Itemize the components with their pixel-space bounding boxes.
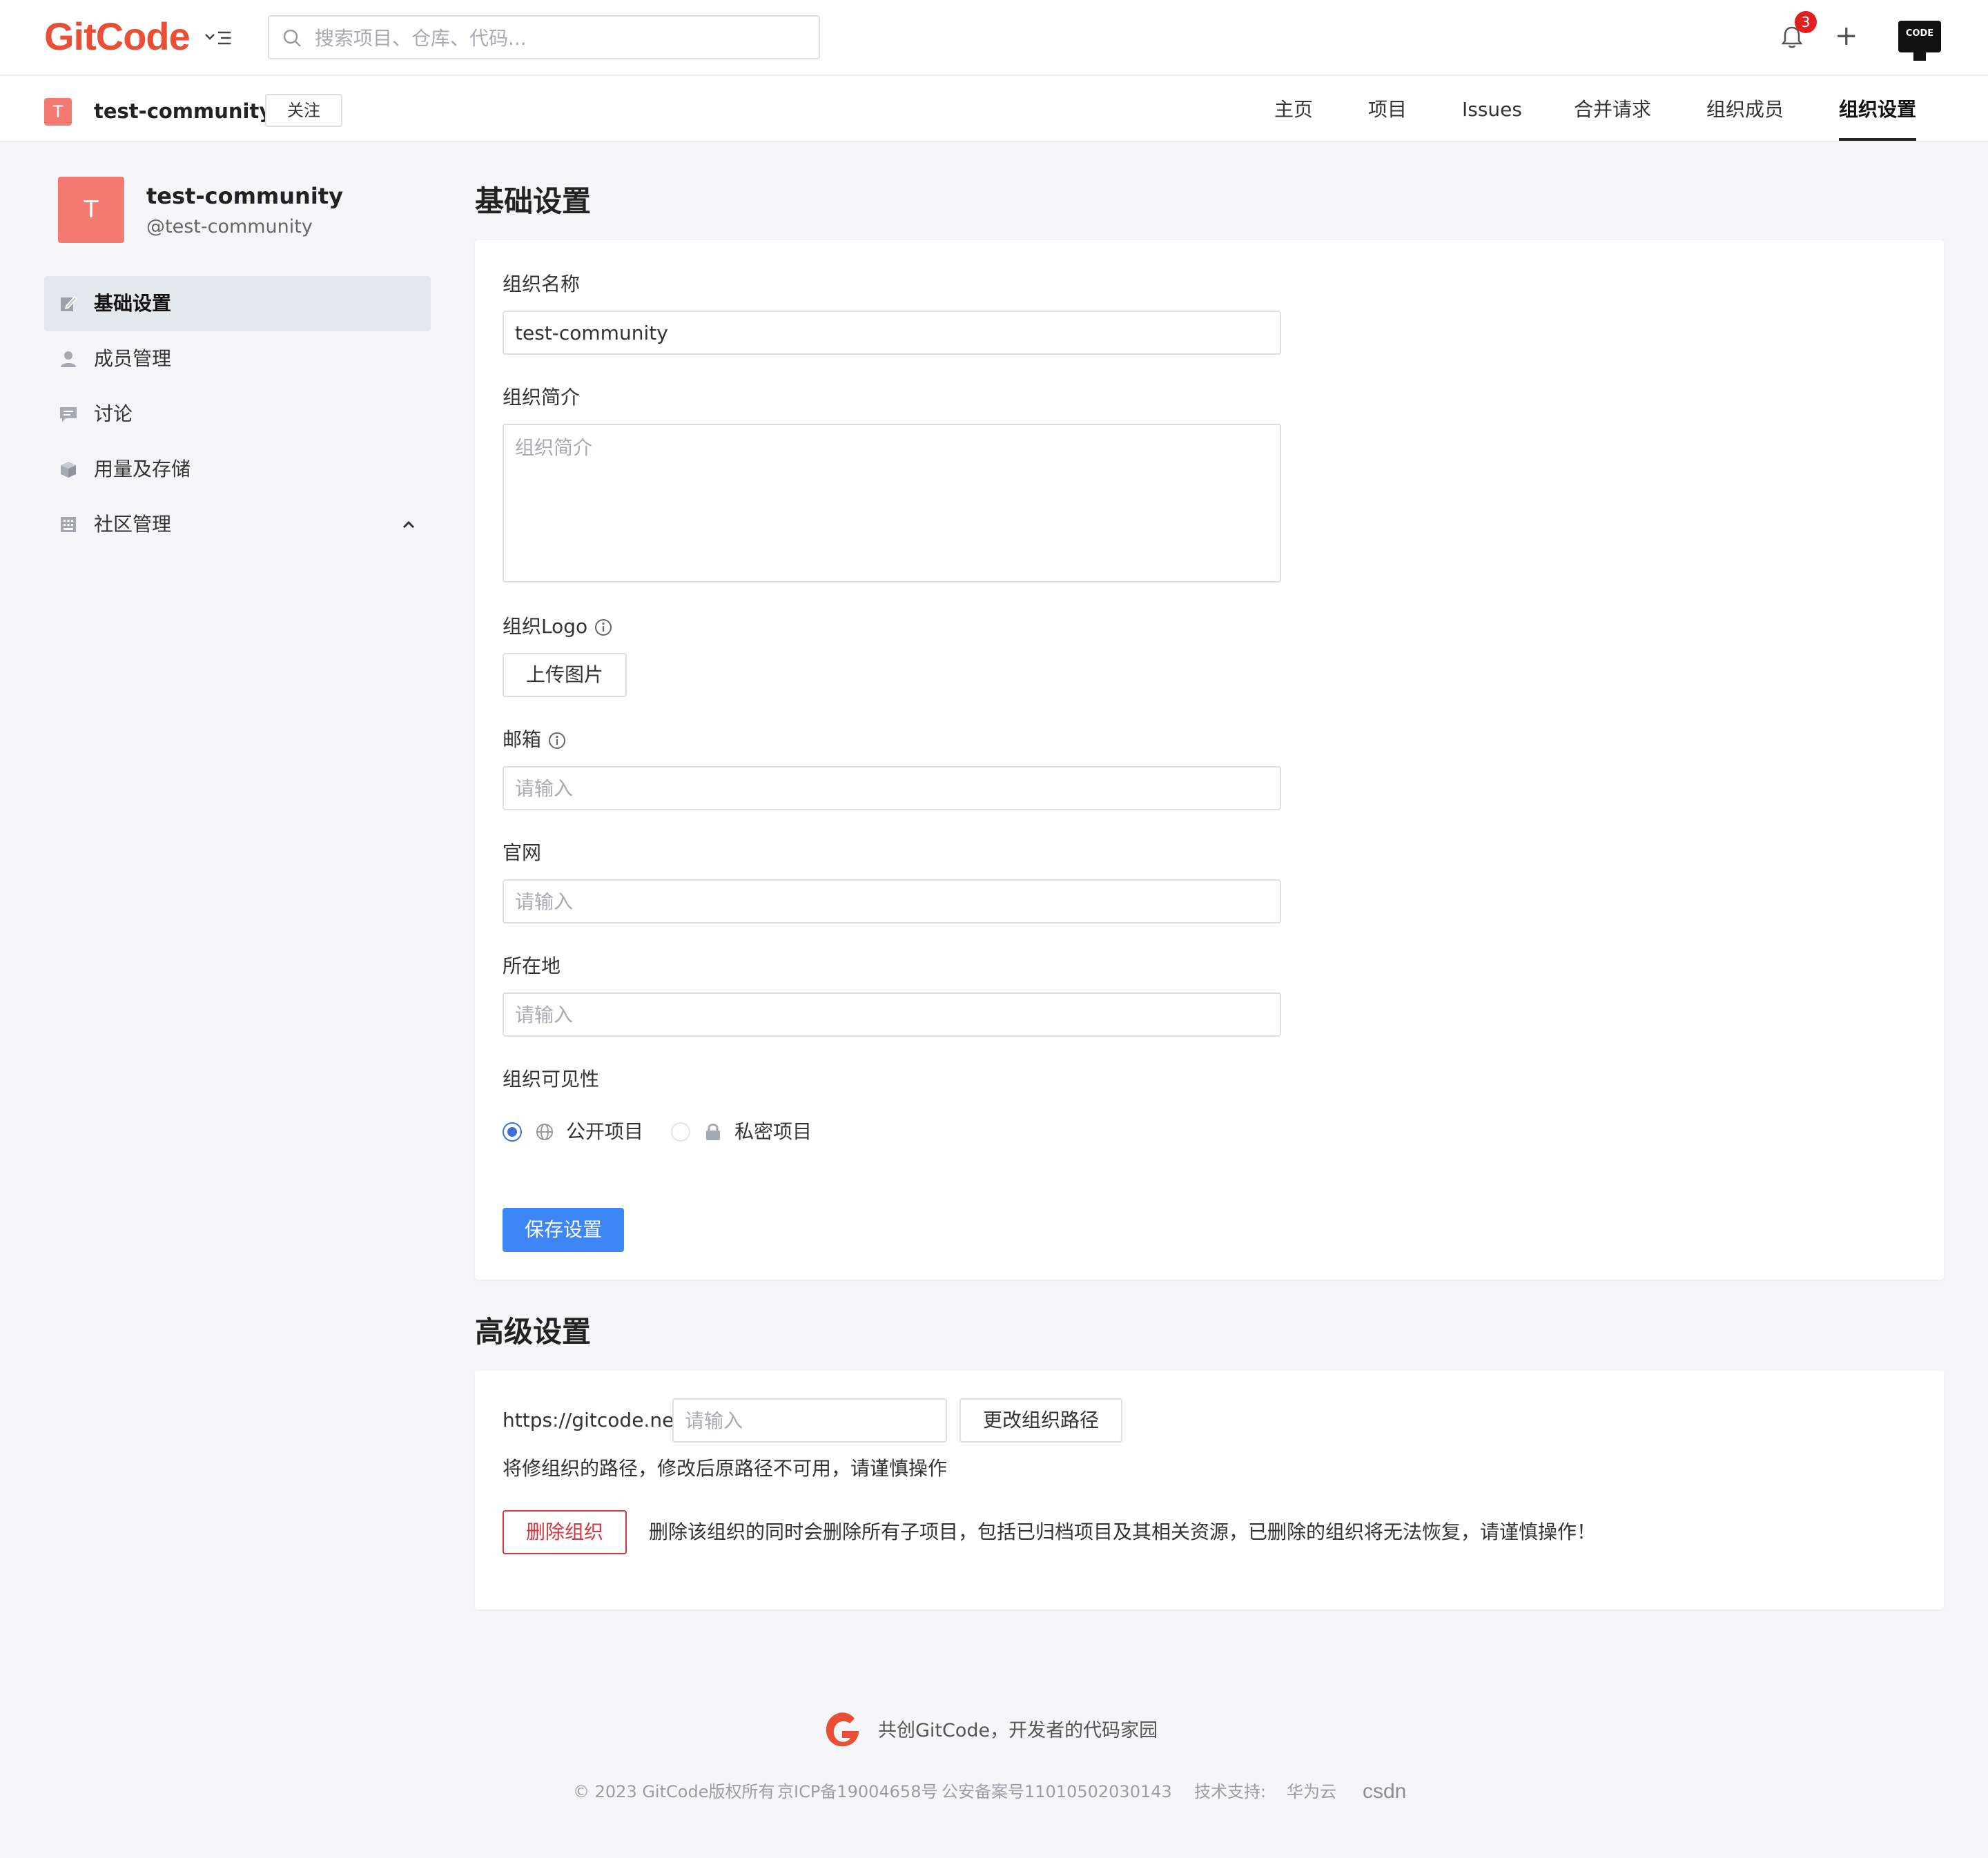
org-description-label: 组织简介 [503,386,581,409]
advanced-settings-card: https://gitcode.net/ 更改组织路径 将修组织的路径，修改后原… [475,1371,1944,1610]
website-label: 官网 [503,841,542,864]
lock-icon [706,1124,720,1140]
visibility-label: 组织可见性 [503,1068,600,1091]
search-box[interactable] [268,15,820,59]
public-radio[interactable] [503,1122,522,1142]
footer-icp[interactable]: 京ICP备19004658号 [777,1779,937,1804]
active-tab-indicator [1839,138,1916,141]
settings-sidebar: 基础设置 成员管理 讨论 用量及存储 社区管理 [44,276,431,552]
url-prefix: https://gitcode.net/ [503,1409,688,1431]
sidebar-item-label: 讨论 [94,402,133,425]
public-radio-label[interactable]: 公开项目 [566,1118,643,1146]
location-label: 所在地 [503,955,561,977]
sidebar-item-basic-settings[interactable]: 基础设置 [44,276,431,331]
top-navbar: GitCode 3 + CODE [0,0,1988,76]
user-icon [61,351,76,367]
footer-police-record[interactable]: 公安备案号11010502030143 [942,1779,1172,1804]
basic-settings-card: 组织名称 组织简介 组织Logo 上传图片 邮箱 官网 所在地 组织可见性 公开… [475,240,1944,1280]
chat-icon [60,407,77,422]
org-logo-label-text: 组织Logo [503,615,588,638]
menu-toggle-icon[interactable] [204,26,233,50]
email-label-text: 邮箱 [503,728,542,751]
email-input[interactable] [503,766,1281,810]
tab-members[interactable]: 组织成员 [1706,94,1784,126]
gitcode-footer-logo-icon [826,1712,859,1747]
tab-merge-requests[interactable]: 合并请求 [1574,94,1651,126]
search-icon [283,29,301,47]
sidebar-item-label: 成员管理 [94,347,172,370]
org-path-input[interactable] [672,1398,947,1443]
org-header-bar: T test-community 关注 主页 项目 Issues 合并请求 组织… [0,76,1988,142]
basic-settings-title: 基础设置 [475,184,592,218]
info-icon[interactable] [548,732,566,750]
email-label: 邮箱 [503,726,566,754]
location-input[interactable] [503,992,1281,1037]
sidebar-org-handle: @test-community [146,216,313,237]
info-icon[interactable] [594,618,612,636]
tab-org-settings[interactable]: 组织设置 [1839,94,1916,126]
delete-warning-text: 删除该组织的同时会删除所有子项目，包括已归档项目及其相关资源，已删除的组织将无法… [649,1520,1597,1543]
sidebar-item-label: 社区管理 [94,513,172,536]
org-avatar: T [58,177,124,243]
sidebar-org-name: test-community [146,183,343,209]
notification-badge: 3 [1795,11,1817,33]
edit-icon [61,295,77,311]
sidebar-item-label: 用量及存储 [94,458,191,480]
private-radio[interactable] [671,1122,690,1142]
globe-icon [536,1124,553,1140]
gitcode-logo[interactable]: GitCode [44,12,191,61]
box-icon [61,462,76,478]
footer-huawei-cloud[interactable]: 华为云 [1287,1779,1336,1804]
private-radio-label[interactable]: 私密项目 [734,1118,812,1146]
create-plus-icon[interactable]: + [1835,21,1858,51]
sidebar-item-member-management[interactable]: 成员管理 [44,331,431,387]
advanced-settings-title: 高级设置 [475,1315,592,1349]
org-name-input[interactable] [503,311,1281,355]
change-path-button[interactable]: 更改组织路径 [959,1398,1122,1443]
tab-projects[interactable]: 项目 [1368,94,1407,126]
org-name-label: 组织名称 [503,273,581,295]
building-icon [61,517,76,532]
org-logo-label: 组织Logo [503,613,612,640]
sidebar-item-community-management[interactable]: 社区管理 [44,497,431,552]
user-avatar[interactable]: CODE [1898,21,1941,61]
chevron-up-icon[interactable] [402,497,416,574]
footer-copyright: © 2023 GitCode版权所有 [573,1782,775,1801]
tab-issues[interactable]: Issues [1462,94,1522,126]
upload-image-button[interactable]: 上传图片 [503,653,627,697]
search-input[interactable] [313,22,799,54]
delete-org-button[interactable]: 删除组织 [503,1510,627,1554]
footer-support-label: 技术支持: [1194,1782,1267,1801]
sidebar-item-discussion[interactable]: 讨论 [44,387,431,442]
sidebar-item-label: 基础设置 [94,292,172,315]
org-description-textarea[interactable] [503,424,1281,583]
tab-home[interactable]: 主页 [1274,94,1313,126]
footer-csdn-logo[interactable]: csdn [1363,1779,1406,1804]
website-input[interactable] [503,879,1281,923]
sidebar-item-usage-storage[interactable]: 用量及存储 [44,442,431,497]
save-settings-button[interactable]: 保存设置 [503,1208,624,1252]
org-tabs: 主页 项目 Issues 合并请求 组织成员 组织设置 [0,76,1988,142]
footer-slogan: 共创GitCode，开发者的代码家园 [878,1720,1158,1741]
path-warning-text: 将修组织的路径，修改后原路径不可用，请谨慎操作 [503,1457,948,1480]
